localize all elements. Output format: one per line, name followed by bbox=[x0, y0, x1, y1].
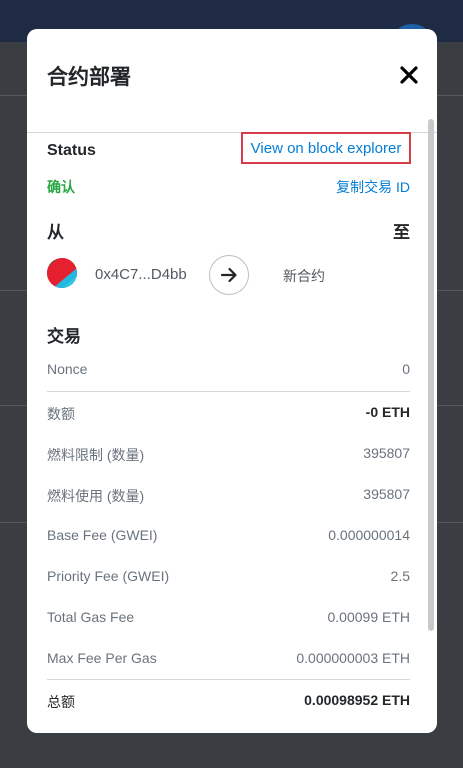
detail-value: -0 ETH bbox=[365, 404, 410, 420]
modal-scrollbar[interactable] bbox=[428, 119, 434, 631]
detail-divider bbox=[47, 391, 410, 392]
detail-value: 2.5 bbox=[390, 568, 410, 584]
detail-value: 395807 bbox=[363, 445, 410, 461]
detail-row-max-fee-per-gas: Max Fee Per Gas 0.000000003 ETH bbox=[47, 650, 410, 672]
detail-label: Total Gas Fee bbox=[47, 609, 135, 625]
detail-value: 0.000000014 bbox=[328, 527, 410, 543]
to-label: 至 bbox=[393, 223, 410, 242]
account-identicon bbox=[47, 258, 77, 288]
from-address[interactable]: 0x4C7...D4bb bbox=[95, 266, 187, 283]
transaction-section-label: 交易 bbox=[47, 327, 81, 346]
close-icon bbox=[400, 66, 418, 84]
detail-row-priority-fee: Priority Fee (GWEI) 2.5 bbox=[47, 568, 410, 590]
detail-label: 数额 bbox=[47, 406, 75, 422]
detail-row-base-fee: Base Fee (GWEI) 0.000000014 bbox=[47, 527, 410, 549]
to-value: 新合约 bbox=[283, 268, 325, 284]
detail-label: 燃料限制 (数量) bbox=[47, 447, 145, 463]
detail-value: 0.00098952 ETH bbox=[304, 692, 410, 708]
detail-row-amount: 数额 -0 ETH bbox=[47, 404, 410, 426]
detail-label: Nonce bbox=[47, 361, 88, 377]
detail-row-gas-limit: 燃料限制 (数量) 395807 bbox=[47, 445, 410, 467]
detail-label: 燃料使用 (数量) bbox=[47, 488, 145, 504]
view-on-block-explorer-link[interactable]: View on block explorer bbox=[241, 132, 411, 164]
transaction-details-modal: 合约部署 Status View on block explorer 确认 复制… bbox=[27, 29, 437, 733]
detail-label: Base Fee (GWEI) bbox=[47, 527, 158, 543]
detail-row-nonce: Nonce 0 bbox=[47, 361, 410, 383]
detail-row-gas-used: 燃料使用 (数量) 395807 bbox=[47, 486, 410, 508]
close-button[interactable] bbox=[397, 63, 421, 87]
status-value: 确认 bbox=[47, 179, 75, 195]
modal-title: 合约部署 bbox=[47, 66, 131, 89]
copy-transaction-id-button[interactable]: 复制交易 ID bbox=[336, 177, 410, 197]
detail-value: 0.00099 ETH bbox=[327, 609, 411, 625]
status-label: Status bbox=[47, 142, 96, 159]
detail-value: 0.000000003 ETH bbox=[296, 650, 410, 666]
detail-row-total-gas-fee: Total Gas Fee 0.00099 ETH bbox=[47, 609, 410, 631]
detail-row-total: 总额 0.00098952 ETH bbox=[47, 692, 410, 714]
from-label: 从 bbox=[47, 223, 64, 242]
detail-label: Max Fee Per Gas bbox=[47, 650, 157, 666]
detail-label: 总额 bbox=[47, 694, 75, 710]
detail-divider bbox=[47, 679, 410, 680]
arrow-right-icon bbox=[209, 255, 249, 295]
detail-label: Priority Fee (GWEI) bbox=[47, 568, 170, 584]
detail-value: 0 bbox=[402, 361, 410, 377]
detail-value: 395807 bbox=[363, 486, 410, 502]
